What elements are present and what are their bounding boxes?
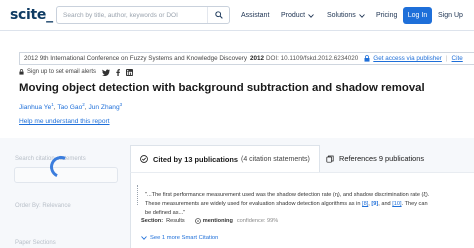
- author-link[interactable]: Tao Gao: [57, 104, 82, 111]
- cite-link[interactable]: Cite: [452, 55, 463, 62]
- citation-type-badge: mentioning: [202, 218, 233, 224]
- citation-card: "...The first performance measurement us…: [130, 172, 474, 248]
- copy-icon: [326, 155, 334, 163]
- alerts-row: Sign up to set email alerts: [19, 66, 134, 78]
- reference-link[interactable]: [8]: [362, 201, 368, 207]
- lock-icon: [19, 69, 24, 75]
- help-understand-link[interactable]: Help me understand this report: [19, 118, 110, 125]
- scite-logo[interactable]: scite_: [10, 7, 53, 23]
- twitter-icon[interactable]: [102, 68, 111, 76]
- year: 2012: [249, 55, 264, 62]
- email-alerts-link[interactable]: Sign up to set email alerts: [27, 69, 96, 75]
- linkedin-icon[interactable]: [126, 68, 134, 76]
- author-list: Jianhua Ye1, Tao Gao2, Jun Zhang3: [19, 102, 123, 111]
- search-bar[interactable]: [56, 6, 230, 24]
- access-link[interactable]: Get access via publisher: [373, 55, 442, 62]
- order-by-select[interactable]: Order By: Relevance: [15, 203, 71, 209]
- see-more-link[interactable]: See 1 more Smart Citation: [141, 235, 218, 241]
- paper-sections-label: Paper Sections: [15, 240, 56, 246]
- share-icons: [102, 68, 134, 76]
- lock-icon: [364, 55, 370, 62]
- chevron-down-icon: [141, 236, 147, 240]
- tab-references-label: References 9 publications: [339, 154, 425, 163]
- author-link[interactable]: Jianhua Ye: [19, 104, 51, 111]
- author-link[interactable]: Jun Zhang: [88, 104, 119, 111]
- chevron-down-icon: [308, 13, 314, 18]
- tab-cited-by-label: Cited by 13 publications: [153, 154, 239, 164]
- tab-cited-by[interactable]: Cited by 13 publications (4 citation sta…: [130, 145, 320, 172]
- top-navbar: scite_ Assistant Product Solutions Prici…: [0, 0, 474, 31]
- checkmark-circle-icon: [140, 155, 148, 163]
- paper-title: Moving object detection with background …: [19, 82, 425, 94]
- citation-quote: "...The first performance measurement us…: [145, 192, 430, 216]
- reference-link[interactable]: [10]: [392, 201, 401, 207]
- section-label: Section:: [141, 218, 164, 224]
- search-icon: [214, 11, 223, 19]
- citation-section-row: Section: Results mentioning confidence: …: [141, 218, 278, 224]
- chevron-down-icon: [358, 13, 365, 18]
- mentioning-icon: [194, 218, 201, 224]
- signup-link[interactable]: Sign Up: [438, 0, 463, 31]
- confidence-value: confidence: 99%: [236, 218, 279, 224]
- tab-references[interactable]: References 9 publications: [321, 145, 474, 172]
- login-button[interactable]: Log In: [403, 7, 432, 24]
- citation-statements-count: (4 citation statements): [241, 155, 310, 163]
- nav-assistant[interactable]: Assistant: [241, 0, 269, 31]
- search-input[interactable]: [57, 7, 207, 23]
- card-divider: [137, 185, 140, 205]
- doi[interactable]: DOI: 10.1109/fskd.2012.6234020: [266, 55, 358, 62]
- nav-product[interactable]: Product: [281, 0, 314, 31]
- paper-meta-bar: 2012 9th International Conference on Fuz…: [19, 52, 474, 65]
- section-value: Results: [166, 218, 185, 224]
- venue: 2012 9th International Conference on Fuz…: [24, 55, 247, 62]
- nav-pricing[interactable]: Pricing: [376, 0, 397, 31]
- search-button[interactable]: [207, 7, 229, 23]
- nav-solutions[interactable]: Solutions: [327, 0, 365, 31]
- author-affiliation: 3: [119, 102, 123, 107]
- divider: |: [445, 55, 448, 62]
- facebook-icon[interactable]: [115, 68, 121, 76]
